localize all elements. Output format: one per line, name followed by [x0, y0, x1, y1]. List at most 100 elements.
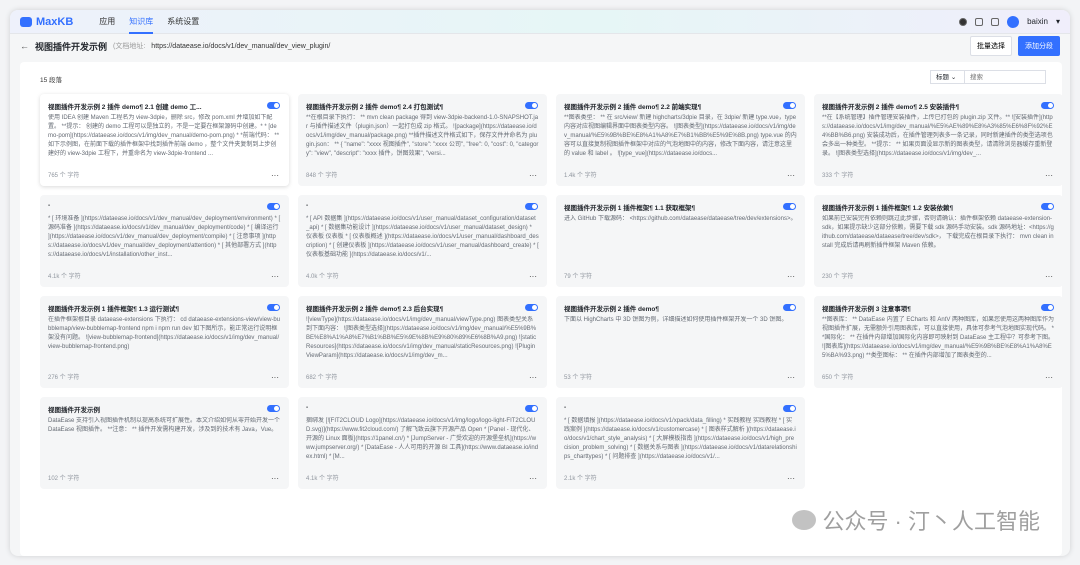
enable-toggle[interactable]	[525, 304, 538, 311]
card-title: 视图插件开发示例 2 插件 demo¶ 2.4 打包测试¶	[306, 104, 444, 111]
watermark-text: 公众号 · 汀丶人工智能	[822, 509, 1040, 534]
char-count: 765 个 字符	[48, 173, 80, 179]
card-title: -	[306, 202, 309, 209]
card-title: 视图插件开发示例 2 插件 demo¶ 2.3 后台实现¶	[306, 306, 444, 313]
add-paragraph-button[interactable]: 添加分段	[1018, 36, 1060, 56]
docs-icon[interactable]	[975, 17, 984, 26]
enable-toggle[interactable]	[525, 405, 538, 412]
paragraph-card[interactable]: 视图插件开发示例 1 插件框架¶ 1.1 获取框架¶ 进入 GitHub 下载源…	[556, 195, 805, 287]
paragraph-card[interactable]: 视图插件开发示例 1 插件框架¶ 1.3 运行测试¶ 在插件框架根目录 data…	[40, 296, 289, 388]
char-count: 230 个 字符	[822, 274, 854, 280]
enable-toggle[interactable]	[1041, 304, 1054, 311]
paragraph-card[interactable]: 视图插件开发示例 2 插件 demo¶ 2.2 前端实现¶ **图表类型： **…	[556, 94, 805, 186]
info-icon[interactable]	[991, 17, 1000, 26]
more-icon[interactable]: ···	[529, 272, 537, 281]
filter-select-value: 标题	[936, 74, 949, 81]
enable-toggle[interactable]	[525, 102, 538, 109]
card-content: * [ 数据填报 ](https://dataease.io/docs/v1/x…	[564, 418, 797, 460]
paragraph-grid: 视图插件开发示例 2 插件 demo¶ 2.1 创建 demo 工... 使用 …	[40, 94, 1063, 489]
more-icon[interactable]: ···	[529, 474, 537, 483]
search-input[interactable]	[965, 71, 1045, 83]
paragraph-card[interactable]: 视图插件开发示例 DataEase 支持引入视图插件机制以提高系统可扩展性。本文…	[40, 397, 289, 489]
card-content: **图表类型： ** 在 src/view/ 新建 highcharts/3dp…	[564, 115, 797, 157]
batch-select-button[interactable]: 批量选择	[970, 36, 1012, 56]
enable-toggle[interactable]	[783, 102, 796, 109]
paragraph-card[interactable]: - * [ 数据填报 ](https://dataease.io/docs/v1…	[556, 397, 805, 489]
char-count: 333 个 字符	[822, 173, 854, 179]
card-content: **图表库： ** DataEase 内置了 ECharts 和 AntV 两种…	[822, 317, 1055, 359]
card-title: 视图插件开发示例 2 插件 demo¶	[564, 306, 659, 313]
more-icon[interactable]: ···	[529, 171, 537, 180]
paragraph-card[interactable]: 视图插件开发示例 2 插件 demo¶ 下面以 HighCharts 中 3D …	[556, 296, 805, 388]
doc-url[interactable]: https://dataease.io/docs/v1/dev_manual/d…	[151, 43, 330, 50]
paragraph-card[interactable]: - * [ 环境准备 ](https://dataease.io/docs/v1…	[40, 195, 289, 287]
enable-toggle[interactable]	[267, 203, 280, 210]
card-content: * [ 环境准备 ](https://dataease.io/docs/v1/d…	[48, 216, 281, 258]
card-title: 视图插件开发示例 2 插件 demo¶ 2.5 安装插件¶	[822, 104, 960, 111]
nav-apps[interactable]: 应用	[99, 10, 115, 34]
char-count: 53 个 字符	[564, 375, 593, 381]
char-count: 1.4k 个 字符	[564, 173, 597, 179]
card-content: * [ API 数据集 ](https://dataease.io/docs/v…	[306, 216, 539, 258]
chevron-down-icon[interactable]: ▾	[1056, 17, 1060, 26]
page-title: 视图插件开发示例	[35, 41, 108, 52]
top-navbar: MaxKB 应用 知识库 系统设置 baixin ▾	[10, 10, 1070, 34]
more-icon[interactable]: ···	[787, 272, 795, 281]
enable-toggle[interactable]	[783, 203, 796, 210]
paragraph-card[interactable]: 视图插件开发示例 2 插件 demo¶ 2.4 打包测试¶ **在根目录下执行：…	[298, 94, 547, 186]
enable-toggle[interactable]	[267, 304, 280, 311]
user-name[interactable]: baixin	[1027, 17, 1048, 26]
paragraph-count: 15 段落	[40, 77, 63, 84]
paragraph-card[interactable]: - 捆绑发 [![FIT2CLOUD Logo](https://dataeas…	[298, 397, 547, 489]
char-count: 848 个 字符	[306, 173, 338, 179]
enable-toggle[interactable]	[1041, 102, 1054, 109]
paragraph-card[interactable]: 视图插件开发示例 2 插件 demo¶ 2.5 安装插件¶ **在【系统管理】插…	[814, 94, 1063, 186]
filter-select[interactable]: 标题 ⌄	[931, 71, 965, 83]
more-icon[interactable]: ···	[787, 171, 795, 180]
more-icon[interactable]: ···	[529, 373, 537, 382]
card-title: 视图插件开发示例 1 插件框架¶ 1.1 获取框架¶	[564, 205, 696, 212]
enable-toggle[interactable]	[525, 203, 538, 210]
more-icon[interactable]: ···	[271, 373, 279, 382]
enable-toggle[interactable]	[783, 405, 796, 412]
card-content: **在【系统管理】插件管理安装插件，上传已打包的 plugin.zip 文件。*…	[822, 115, 1053, 157]
card-title: -	[48, 202, 51, 209]
card-title: -	[306, 404, 309, 411]
nav-settings[interactable]: 系统设置	[167, 10, 199, 34]
logo[interactable]: MaxKB	[20, 16, 73, 28]
paragraph-card[interactable]: - * [ API 数据集 ](https://dataease.io/docs…	[298, 195, 547, 287]
more-icon[interactable]: ···	[1045, 272, 1053, 281]
enable-toggle[interactable]	[267, 405, 280, 412]
paragraph-card[interactable]: 视图插件开发示例 1 插件框架¶ 1.2 安装依赖¶ 如果前已安装完有依赖则跳过…	[814, 195, 1063, 287]
paragraph-card[interactable]: 视图插件开发示例 2 插件 demo¶ 2.1 创建 demo 工... 使用 …	[40, 94, 289, 186]
more-icon[interactable]: ···	[787, 474, 795, 483]
card-title: 视图插件开发示例 3 注意事项¶	[822, 306, 911, 313]
card-title: 视图插件开发示例	[48, 407, 100, 414]
app-window: MaxKB 应用 知识库 系统设置 baixin ▾ ← 视图插件开发示例 (文…	[10, 10, 1070, 556]
char-count: 4.1k 个 字符	[306, 476, 339, 482]
more-icon[interactable]: ···	[271, 474, 279, 483]
avatar[interactable]	[1007, 15, 1020, 28]
page-header: ← 视图插件开发示例 (文档地址: https://dataease.io/do…	[10, 34, 1070, 58]
github-icon[interactable]	[959, 17, 968, 26]
back-arrow-icon[interactable]: ←	[20, 41, 29, 51]
card-content: 在插件框架根目录 dataease-extensions 下执行： cd dat…	[48, 317, 281, 350]
card-title: -	[564, 404, 567, 411]
more-icon[interactable]: ···	[1045, 373, 1053, 382]
search-filter: 标题 ⌄	[930, 70, 1046, 84]
card-content: 如果前已安装完有依赖则跳过此步骤，否则请确认：插件框架依赖 dataease-e…	[822, 216, 1054, 249]
more-icon[interactable]: ···	[787, 373, 795, 382]
more-icon[interactable]: ···	[1045, 171, 1053, 180]
char-count: 276 个 字符	[48, 375, 80, 381]
char-count: 682 个 字符	[306, 375, 338, 381]
more-icon[interactable]: ···	[271, 272, 279, 281]
enable-toggle[interactable]	[267, 102, 280, 109]
enable-toggle[interactable]	[1041, 203, 1054, 210]
paragraph-card[interactable]: 视图插件开发示例 3 注意事项¶ **图表库： ** DataEase 内置了 …	[814, 296, 1063, 388]
enable-toggle[interactable]	[783, 304, 796, 311]
more-icon[interactable]: ···	[271, 171, 279, 180]
nav-knowledge[interactable]: 知识库	[129, 10, 154, 34]
logo-text: MaxKB	[36, 15, 74, 28]
watermark: 公众号 · 汀丶人工智能	[792, 504, 1040, 536]
paragraph-card[interactable]: 视图插件开发示例 2 插件 demo¶ 2.3 后台实现¶ ![viewType…	[298, 296, 547, 388]
